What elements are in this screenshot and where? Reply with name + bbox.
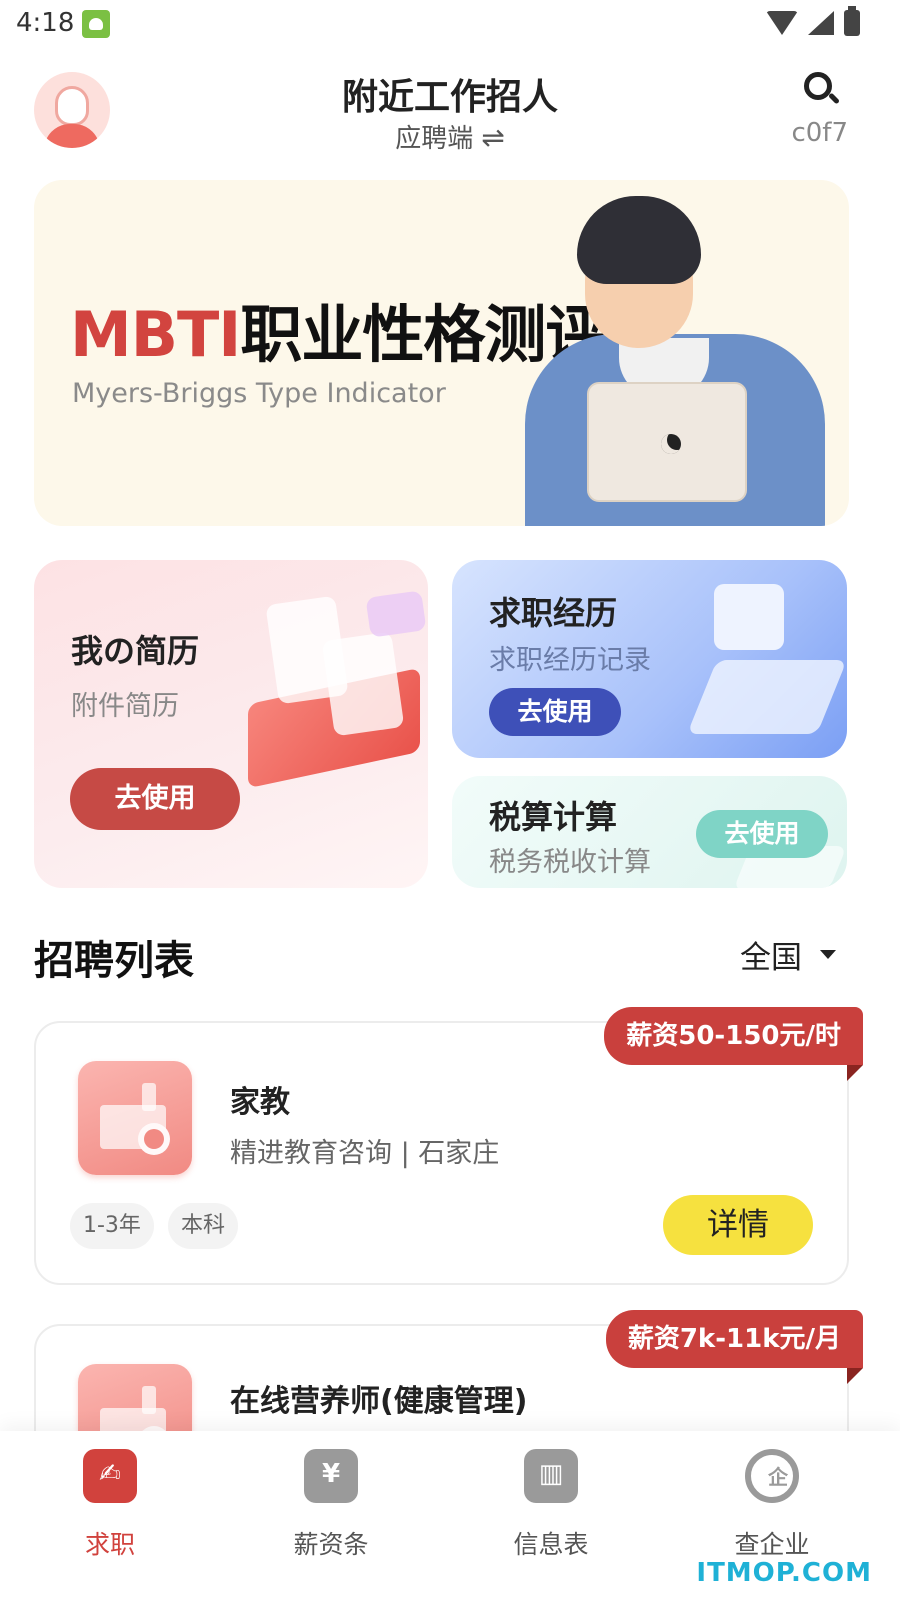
gear-icon (138, 1123, 170, 1155)
job-company-location: 精进教育咨询 | 石家庄 (230, 1138, 500, 1169)
nav-item-info-table[interactable]: ▥ 信息表 (491, 1449, 611, 1561)
education-tag: 本科 (168, 1203, 239, 1249)
salary-badge: 薪资50-150元/时 (604, 1007, 863, 1065)
history-use-button[interactable]: 去使用 (489, 688, 621, 736)
swap-icon: ⇌ (481, 121, 505, 154)
status-bar: 4:18 (0, 0, 900, 48)
region-dropdown[interactable]: 全国 (740, 932, 836, 977)
company-search-icon: 企 (745, 1449, 799, 1503)
factory-icon (78, 1061, 192, 1175)
wifi-icon (766, 11, 798, 35)
job-icon: ✍ (83, 1449, 137, 1503)
banner-title-highlight: MBTI (70, 298, 241, 371)
history-card-title: 求职经历 (489, 594, 618, 632)
salary-icon: ¥ (304, 1449, 358, 1503)
resume-card-desc: 附件简历 (71, 691, 179, 722)
app-notification-icon (82, 10, 110, 38)
job-history-card[interactable]: 求职经历 求职经历记录 去使用 (452, 560, 847, 758)
nav-label-job: 求职 (84, 1530, 135, 1559)
tax-calc-card[interactable]: 税算计算 税务税收计算 去使用 (452, 776, 847, 888)
bottom-nav: ✍ 求职 ¥ 薪资条 ▥ 信息表 企 查企业 ITMOP.COM (0, 1431, 900, 1600)
detail-button[interactable]: 详情 (663, 1195, 813, 1255)
job-card[interactable]: 家教 精进教育咨询 | 石家庄 1-3年 本科 详情 薪资50-150元/时 (34, 1007, 863, 1285)
region-value: 全国 (740, 940, 802, 976)
recruit-list-title: 招聘列表 (34, 938, 194, 984)
page-title: 附近工作招人 (341, 77, 558, 118)
history-card-desc: 求职经历记录 (489, 645, 651, 676)
resume-card-title: 我の简历 (71, 632, 200, 670)
status-time: 4:18 (16, 8, 75, 38)
nav-item-company-search[interactable]: 企 查企业 (712, 1449, 832, 1561)
gift-box-illustration (714, 584, 784, 650)
role-switch[interactable]: 应聘端 ⇌ (0, 118, 900, 155)
job-title: 家教 (230, 1085, 290, 1120)
nav-label-salary: 薪资条 (293, 1530, 369, 1559)
battery-icon (844, 6, 860, 36)
mbti-banner[interactable]: MBTI职业性格测评 Myers-Briggs Type Indicator (34, 180, 849, 526)
nav-label-info-table: 信息表 (513, 1530, 589, 1559)
header-code: c0f7 (791, 118, 848, 148)
nav-item-job[interactable]: ✍ 求职 (50, 1449, 170, 1561)
banner-subtitle: Myers-Briggs Type Indicator (72, 378, 446, 409)
job-title: 在线营养师(健康管理) (230, 1384, 528, 1419)
info-table-icon: ▥ (524, 1449, 578, 1503)
search-button[interactable] (802, 70, 842, 110)
tax-card-desc: 税务税收计算 (489, 847, 651, 878)
moon-logo-icon (661, 434, 681, 454)
experience-tag: 1-3年 (70, 1203, 154, 1249)
status-indicators (766, 6, 860, 36)
resume-use-button[interactable]: 去使用 (70, 768, 240, 830)
document-illustration (687, 660, 847, 734)
tax-use-button[interactable]: 去使用 (696, 810, 828, 858)
tax-card-title: 税算计算 (489, 798, 618, 836)
boy-with-laptop-illustration (525, 196, 825, 526)
resume-card[interactable]: 我の简历 附件简历 去使用 (34, 560, 428, 888)
signal-icon (808, 11, 834, 35)
laptop-illustration (587, 382, 747, 502)
role-label: 应聘端 (395, 124, 474, 154)
nav-label-company-search: 查企业 (734, 1530, 810, 1559)
watermark: ITMOP.COM (696, 1558, 872, 1588)
nav-item-salary[interactable]: ¥ 薪资条 (271, 1449, 391, 1561)
salary-badge: 薪资7k-11k元/月 (605, 1310, 863, 1368)
chevron-down-icon (820, 950, 836, 959)
